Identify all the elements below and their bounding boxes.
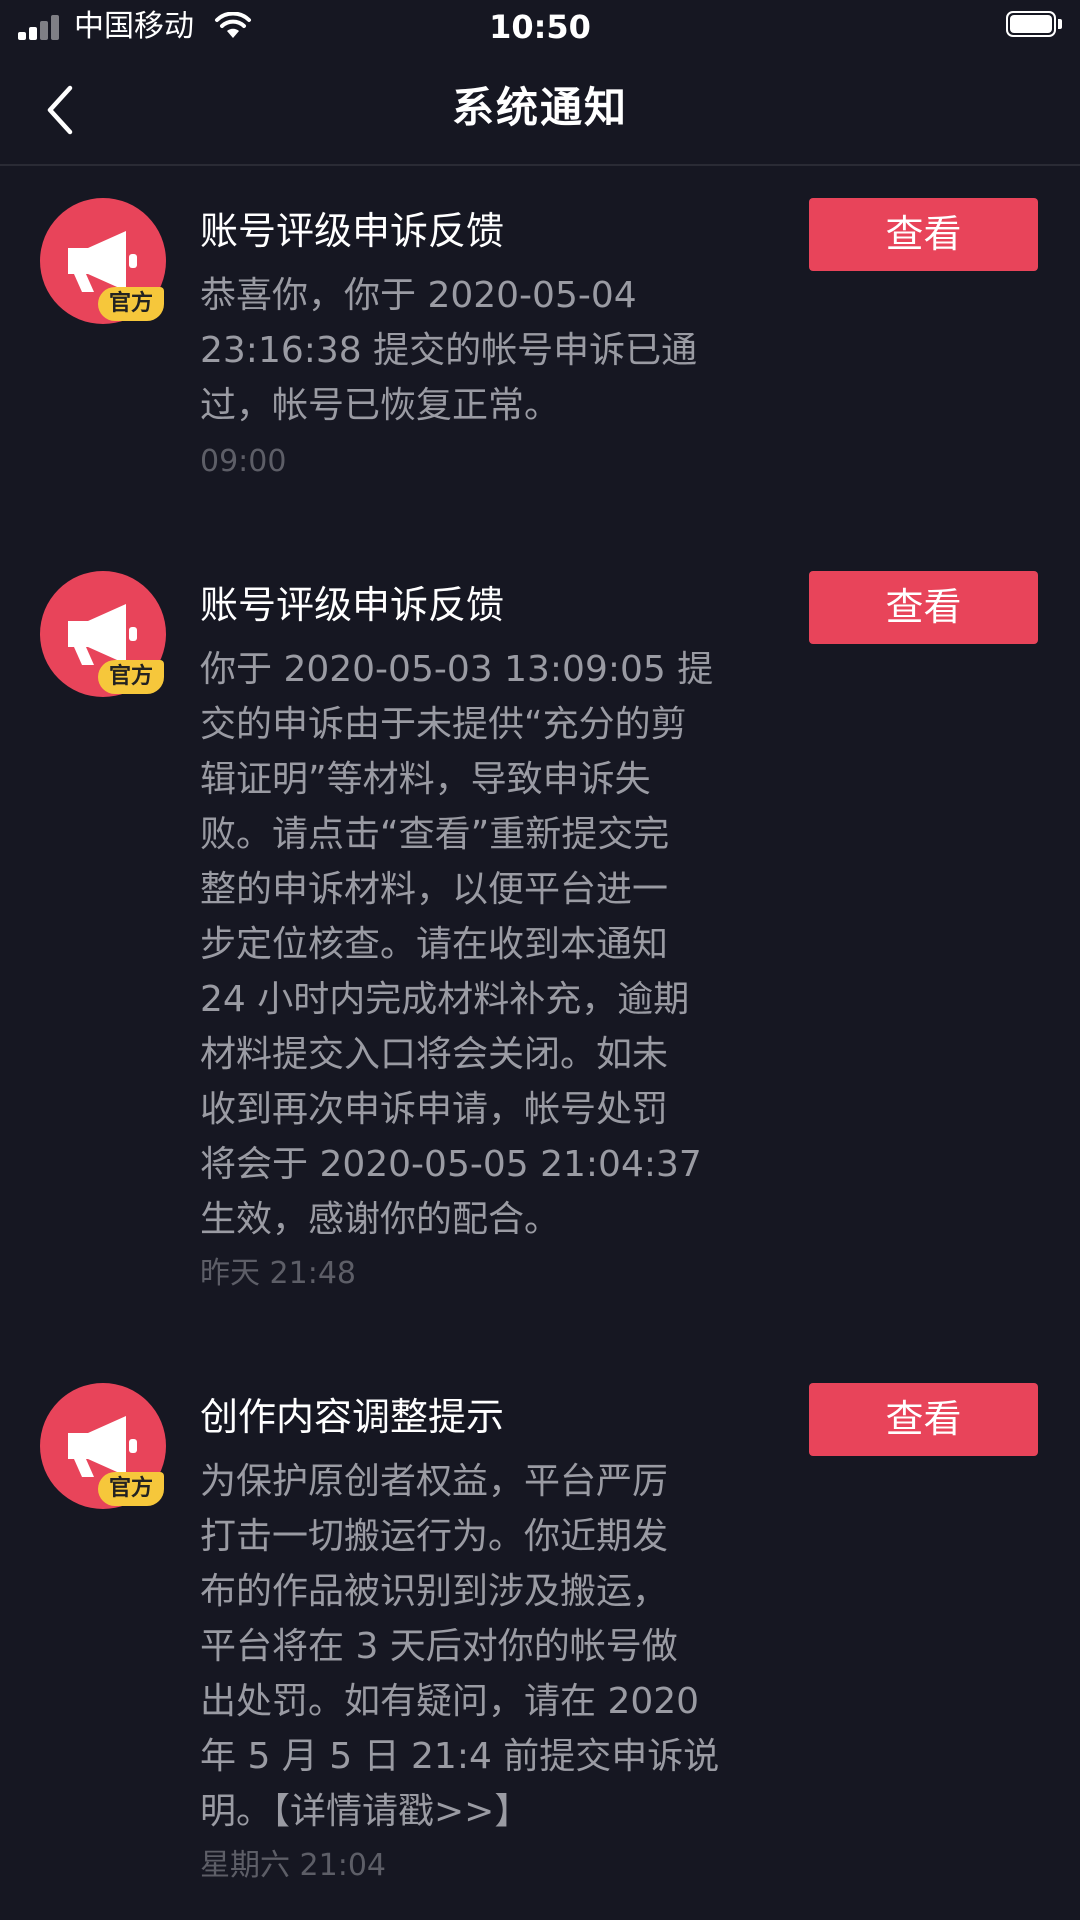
- view-button[interactable]: 查看: [809, 198, 1038, 271]
- body-line: 辑证明”等材料，导致申诉失: [200, 759, 651, 800]
- body-line: 恭喜你，你于 2020-05-04: [200, 275, 637, 316]
- body-line: 出处罚。如有疑问，请在 2020: [200, 1681, 700, 1722]
- notification-time: 昨天 21:48: [200, 1256, 356, 1291]
- notification-body: 恭喜你，你于 2020-05-04 23:16:38 提交的帐号申诉已通 过，帐…: [200, 268, 745, 433]
- body-line: 生效，感谢你的配合。: [200, 1199, 561, 1240]
- body-line: 布的作品被识别到涉及搬运，: [200, 1571, 669, 1612]
- body-line: 平台将在 3 天后对你的帐号做: [200, 1626, 678, 1667]
- body-line: 你于 2020-05-03 13:09:05 提: [200, 649, 714, 690]
- page-title: 系统通知: [451, 83, 628, 132]
- official-badge: 官方: [98, 287, 164, 321]
- notification-time: 09:00: [200, 444, 287, 479]
- megaphone-icon: [68, 604, 137, 665]
- view-button[interactable]: 查看: [809, 1383, 1038, 1456]
- view-button[interactable]: 查看: [809, 571, 1038, 644]
- body-line: 24 小时内完成材料补充，逾期: [200, 979, 690, 1020]
- notification-body: 为保护原创者权益，平台严厉 打击一切搬运行为。你近期发 布的作品被识别到涉及搬运…: [200, 1454, 745, 1839]
- body-line: 过，帐号已恢复正常。: [200, 385, 561, 426]
- battery-icon: [1006, 11, 1062, 39]
- body-line: 材料提交入口将会关闭。如未: [200, 1034, 669, 1075]
- official-badge: 官方: [98, 660, 164, 694]
- notification-title: 创作内容调整提示: [200, 1395, 505, 1439]
- megaphone-icon: [68, 231, 137, 292]
- body-line: 整的申诉材料，以便平台进一: [200, 869, 669, 910]
- body-line: 为保护原创者权益，平台严厉: [200, 1461, 669, 1502]
- megaphone-icon: [68, 1416, 137, 1477]
- notification-title: 账号评级申诉反馈: [200, 583, 505, 627]
- body-line: 收到再次申诉申请，帐号处罚: [200, 1089, 669, 1130]
- official-badge: 官方: [98, 1472, 164, 1506]
- notification-time: 星期六 21:04: [200, 1848, 386, 1883]
- status-bar: 中国移动 10:50: [0, 0, 1080, 54]
- notification-title: 账号评级申诉反馈: [200, 209, 505, 253]
- body-line: 年 5 月 5 日 21:4 前提交申诉说: [200, 1736, 720, 1777]
- notification-body: 你于 2020-05-03 13:09:05 提 交的申诉由于未提供“充分的剪 …: [200, 642, 745, 1247]
- body-line: 打击一切搬运行为。你近期发: [200, 1516, 669, 1557]
- body-line: 将会于 2020-05-05 21:04:37: [200, 1144, 702, 1185]
- status-time: 10:50: [489, 8, 591, 46]
- body-line-with-link[interactable]: 明。【详情请戳>>】: [200, 1784, 745, 1839]
- nav-bar: 系统通知: [0, 56, 1080, 166]
- body-line: 步定位核查。请在收到本通知: [200, 924, 669, 965]
- body-line: 交的申诉由于未提供“充分的剪: [200, 704, 687, 745]
- body-line: 败。请点击“查看”重新提交完: [200, 814, 670, 855]
- body-line: 23:16:38 提交的帐号申诉已通: [200, 330, 698, 371]
